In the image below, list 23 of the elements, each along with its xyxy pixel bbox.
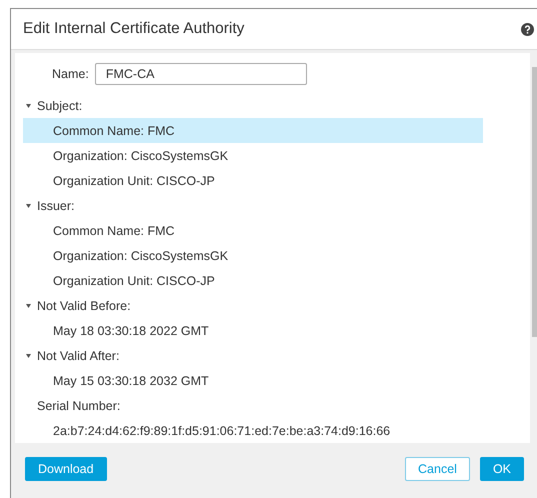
section-title: Subject: <box>37 98 82 112</box>
collapse-icon[interactable] <box>26 104 31 108</box>
help-icon[interactable] <box>521 22 534 36</box>
detail-row[interactable]: Organization Unit: CISCO-JP <box>23 168 483 193</box>
detail-row[interactable]: May 18 03:30:18 2022 GMT <box>23 318 483 343</box>
scrollbar-thumb[interactable] <box>532 67 537 337</box>
detail-row[interactable]: Organization: CiscoSystemsGK <box>23 143 483 168</box>
collapse-icon[interactable] <box>26 204 31 208</box>
section-title: Not Valid After: <box>37 348 120 362</box>
detail-row[interactable]: Common Name: FMC <box>23 218 483 243</box>
collapse-icon[interactable] <box>26 354 31 358</box>
section-title: Serial Number: <box>37 398 120 412</box>
detail-row[interactable]: Organization: CiscoSystemsGK <box>23 243 483 268</box>
detail-row[interactable]: May 15 03:30:18 2032 GMT <box>23 368 483 393</box>
detail-row[interactable]: 2a:b7:24:d4:62:f9:89:1f:d5:91:06:71:ed:7e:be:a3:74:d9:16:66 <box>23 418 483 443</box>
detail-row[interactable]: Organization Unit: CISCO-JP <box>23 268 483 293</box>
dialog-title: Edit Internal Certificate Authority <box>23 20 244 38</box>
detail-row[interactable]: Common Name: FMC <box>23 118 483 143</box>
name-field[interactable]: FMC-CA <box>94 63 307 85</box>
collapse-icon[interactable] <box>26 304 31 308</box>
name-label: Name: <box>52 67 89 81</box>
section-title: Not Valid Before: <box>37 298 131 312</box>
section-title: Issuer: <box>37 198 75 212</box>
